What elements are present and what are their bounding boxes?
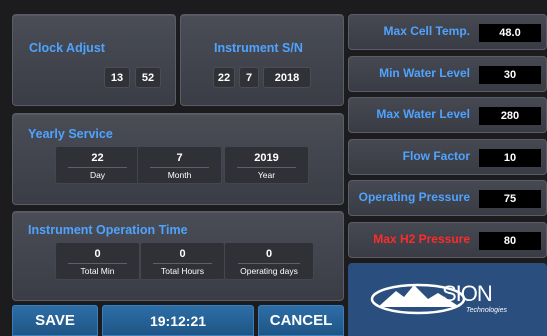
sn-field-1[interactable]: 22: [213, 67, 235, 88]
service-day-value: 22: [91, 152, 104, 164]
setting-label: Max H2 Pressure: [373, 232, 470, 246]
service-day-label: Day: [89, 170, 106, 180]
setting-value[interactable]: 75: [479, 190, 541, 208]
clock-adjust-panel: Clock Adjust 13 52: [12, 14, 176, 106]
sn-field-3[interactable]: 2018: [263, 67, 311, 88]
setting-label: Max Water Level: [376, 107, 470, 121]
setting-value[interactable]: 280: [479, 107, 541, 125]
operating-days-label: Operating days: [240, 266, 298, 276]
clock-minute-field[interactable]: 52: [135, 67, 161, 88]
setting-label: Min Water Level: [379, 66, 470, 80]
total-min-field: 0 Total Min: [55, 242, 140, 280]
service-year-value: 2019: [254, 152, 279, 164]
divider: [153, 263, 212, 264]
total-hours-value: 0: [179, 248, 186, 260]
service-month-label: Month: [167, 170, 192, 180]
logo-name: SION: [442, 281, 493, 306]
instrument-sn-panel: Instrument S/N 22 7 2018: [180, 14, 344, 106]
save-button[interactable]: SAVE: [12, 305, 98, 336]
service-day-field[interactable]: 22 Day: [55, 146, 140, 184]
total-hours-label: Total Hours: [161, 266, 204, 276]
operation-time-title: Instrument Operation Time: [28, 223, 188, 237]
setting-max-h2-pressure[interactable]: Max H2 Pressure 80: [348, 222, 547, 258]
cancel-button[interactable]: CANCEL: [258, 305, 344, 336]
divider: [68, 167, 127, 168]
setting-max-water-level[interactable]: Max Water Level 280: [348, 97, 547, 133]
divider: [150, 167, 209, 168]
clock-adjust-title: Clock Adjust: [29, 41, 105, 55]
setting-value[interactable]: 80: [479, 232, 541, 250]
service-month-value: 7: [176, 152, 183, 164]
clock-display: 19:12:21: [102, 305, 254, 336]
operation-time-panel: Instrument Operation Time 0 Total Min 0 …: [12, 211, 344, 301]
setting-label: Operating Pressure: [358, 190, 470, 204]
operating-days-value: 0: [265, 248, 273, 260]
instrument-sn-title: Instrument S/N: [214, 41, 303, 55]
setting-flow-factor[interactable]: Flow Factor 10: [348, 139, 547, 175]
service-month-field[interactable]: 7 Month: [137, 146, 222, 184]
yearly-service-title: Yearly Service: [28, 127, 113, 141]
clock-hour-field[interactable]: 13: [104, 67, 130, 88]
service-year-label: Year: [257, 170, 276, 180]
setting-operating-pressure[interactable]: Operating Pressure 75: [348, 180, 547, 216]
total-min-value: 0: [94, 248, 101, 260]
logo-tagline: Technologies: [466, 307, 507, 314]
sn-field-2[interactable]: 7: [239, 67, 259, 88]
setting-value[interactable]: 48.0: [479, 24, 541, 42]
yearly-service-panel: Yearly Service 22 Day 7 Month 2019 Year: [12, 113, 344, 205]
total-min-label: Total Min: [80, 266, 115, 276]
setting-max-cell-temp[interactable]: Max Cell Temp. 48.0: [348, 14, 547, 50]
setting-label: Max Cell Temp.: [383, 24, 470, 38]
total-hours-field: 0 Total Hours: [140, 242, 225, 280]
setting-value[interactable]: 30: [479, 66, 541, 84]
setting-value[interactable]: 10: [479, 149, 541, 167]
setting-min-water-level[interactable]: Min Water Level 30: [348, 56, 547, 92]
divider: [238, 263, 300, 264]
divider: [68, 263, 127, 264]
operating-days-field: 0 Operating days: [224, 242, 314, 280]
setting-label: Flow Factor: [402, 149, 470, 163]
divider: [237, 167, 296, 168]
service-year-field[interactable]: 2019 Year: [224, 146, 309, 184]
logo-panel: SION Technologies: [348, 263, 547, 336]
